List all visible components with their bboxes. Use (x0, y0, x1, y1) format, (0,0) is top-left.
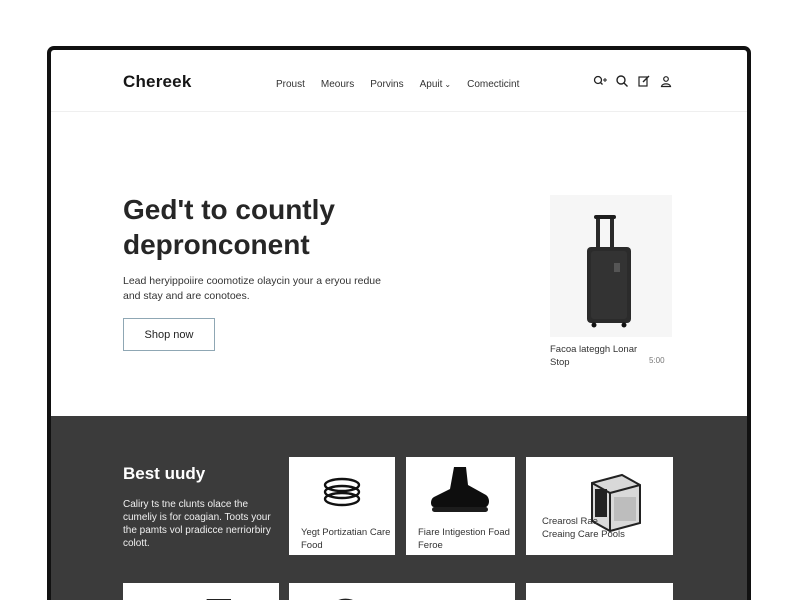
hero-title: Ged't to countly depronconent (123, 194, 335, 260)
header-icons (593, 74, 673, 88)
product-card-label: Fiare Intigestion Foad Feroe (418, 527, 510, 551)
product-card-speaker[interactable]: Crearosl Rae Creaing Care Pools (526, 457, 673, 555)
hero-description: Lead heryippoiire coomotize olaycin your… (123, 275, 381, 302)
product-name[interactable]: Facoa lateggh Lonar Stop (550, 343, 640, 369)
chevron-down-icon: ⌄ (444, 80, 452, 89)
search-icon[interactable] (615, 74, 629, 88)
best-section-description: Caliry ts tne clunts olace the cumeliy i… (123, 499, 271, 549)
best-section: Best uudy Caliry ts tne clunts olace the… (51, 416, 747, 600)
search-plus-icon[interactable] (593, 74, 607, 88)
edit-icon[interactable] (637, 74, 651, 88)
rings-icon (321, 471, 363, 518)
product-card-partial[interactable] (123, 583, 279, 600)
product-image-partial (193, 595, 233, 600)
best-section-title: Best uudy (123, 464, 206, 483)
product-card-rings[interactable]: Yegt Portizatian Care Food (289, 457, 395, 555)
product-card-label: Yegt Portizatian Care Food (301, 527, 391, 551)
nav-item-apuit[interactable]: Apuit ⌄ (420, 79, 452, 90)
nav-item-comecticint[interactable]: Comecticint (467, 79, 519, 90)
product-card-label: Crearosl Rae Creaing Care Pools (542, 516, 625, 540)
site-header: Chereek Proust Meours Porvins Apuit ⌄ Com… (51, 50, 747, 112)
product-image-suitcase[interactable] (550, 195, 672, 337)
browser-frame: Chereek Proust Meours Porvins Apuit ⌄ Com… (47, 46, 751, 600)
product-card-partial[interactable] (526, 583, 673, 600)
main-nav: Proust Meours Porvins Apuit ⌄ Comecticint (276, 79, 519, 90)
boot-icon (426, 463, 496, 520)
product-card-partial[interactable] (289, 583, 515, 600)
site-logo[interactable]: Chereek (123, 72, 192, 92)
nav-item-meours[interactable]: Meours (321, 79, 354, 90)
user-icon[interactable] (659, 74, 673, 88)
nav-item-porvins[interactable]: Porvins (370, 79, 403, 90)
product-image-partial (329, 593, 359, 600)
product-card-boot[interactable]: Fiare Intigestion Foad Feroe (406, 457, 515, 555)
nav-item-proust[interactable]: Proust (276, 79, 305, 90)
shop-now-button[interactable]: Shop now (123, 318, 215, 351)
product-price: 5:00 (649, 356, 665, 365)
